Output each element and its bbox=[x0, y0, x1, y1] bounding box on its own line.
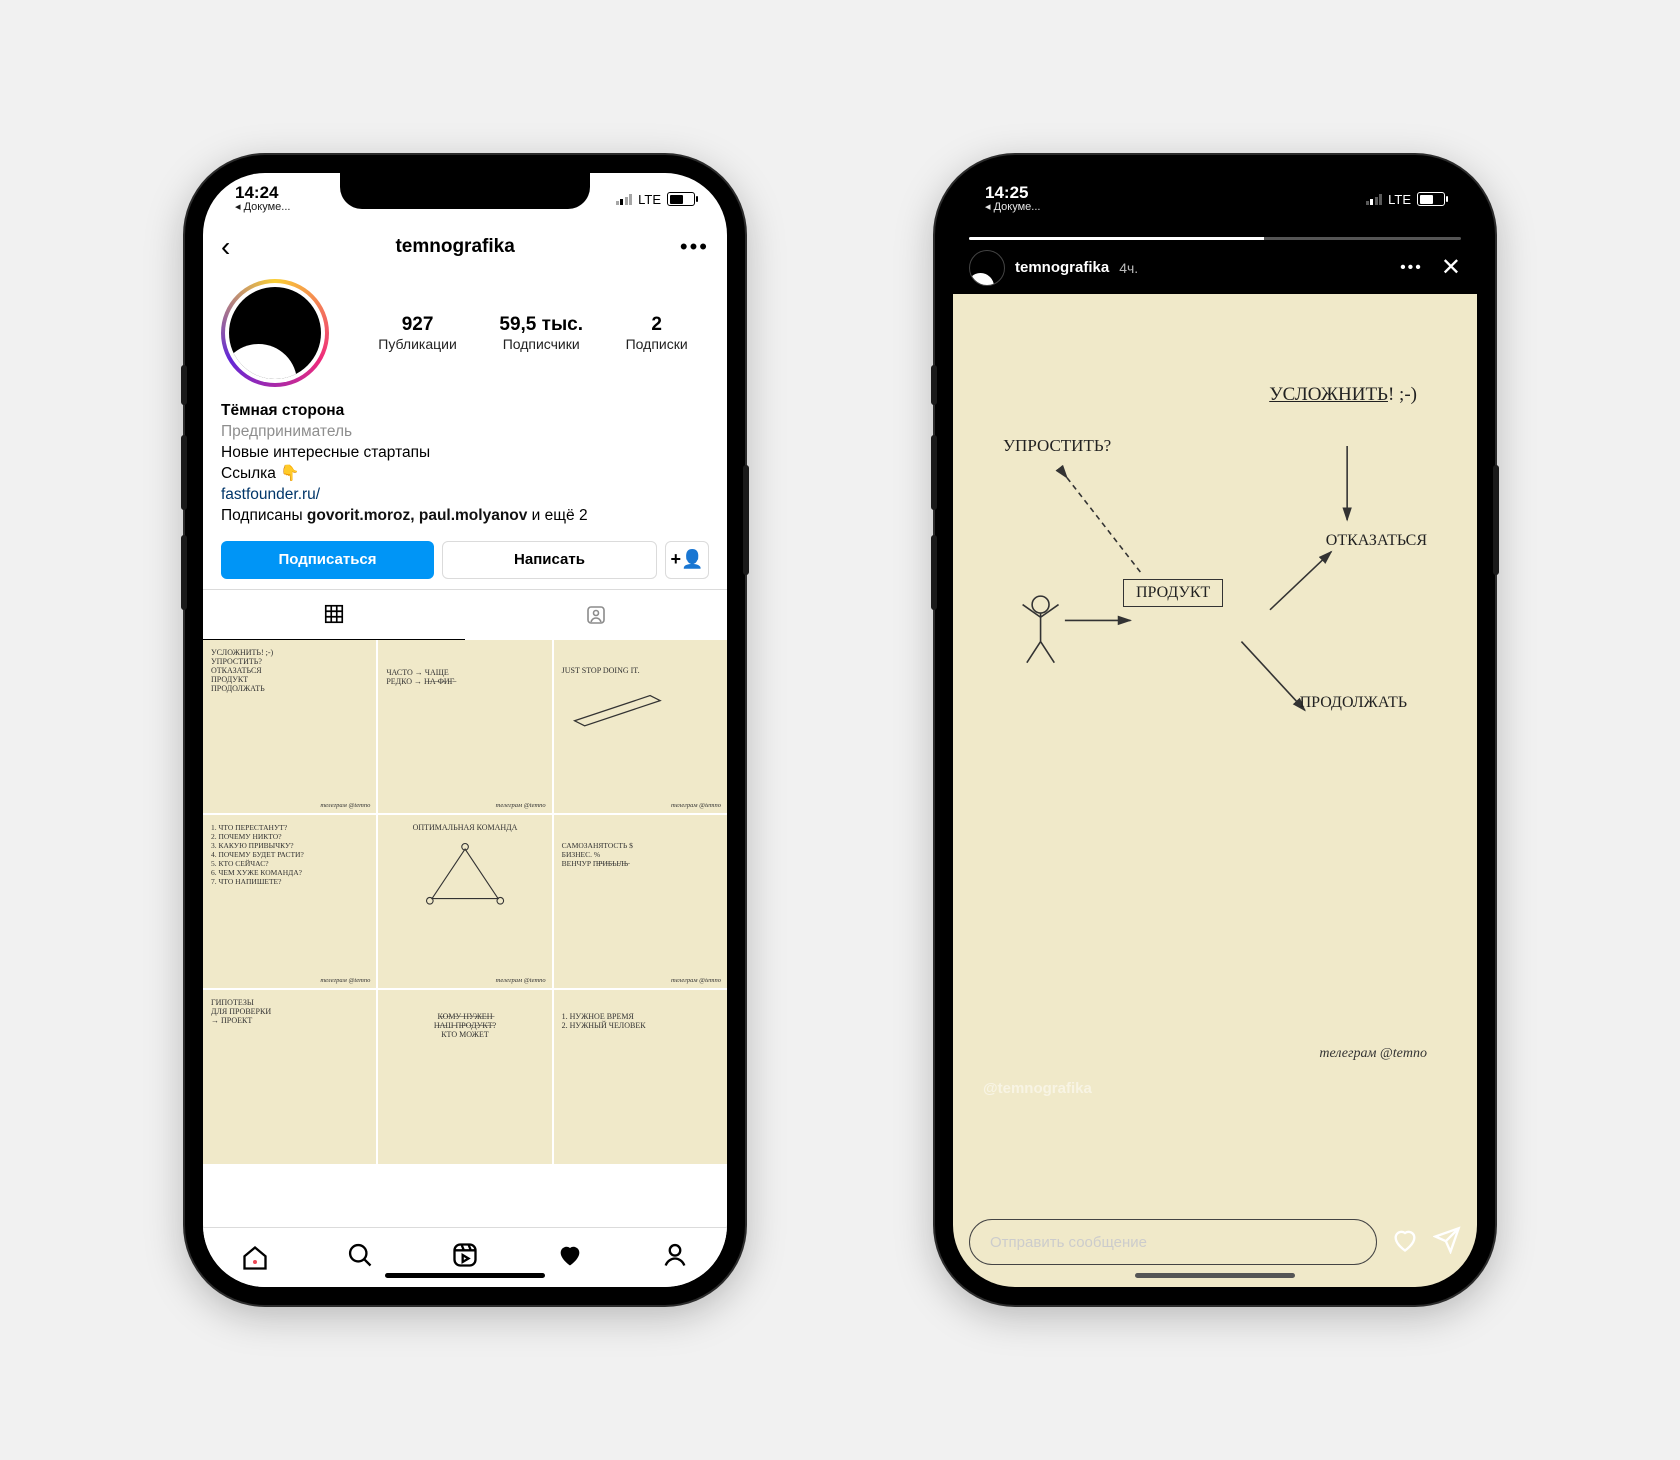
battery-icon bbox=[1417, 192, 1445, 206]
tab-reels[interactable] bbox=[451, 1241, 479, 1274]
close-icon[interactable]: ✕ bbox=[1441, 253, 1461, 282]
bio-followed-by[interactable]: Подписаны govorit.moroz, paul.molyanov и… bbox=[221, 506, 709, 527]
like-button[interactable] bbox=[1391, 1226, 1419, 1259]
signal-icon bbox=[1366, 193, 1383, 205]
status-back-app[interactable]: ◂ Докуме... bbox=[985, 202, 1040, 214]
tab-tagged[interactable] bbox=[465, 590, 727, 640]
tab-search[interactable] bbox=[346, 1241, 374, 1274]
bio-category: Предприниматель bbox=[221, 422, 709, 443]
bio-link[interactable]: fastfounder.ru/ bbox=[221, 485, 709, 506]
post-thumb[interactable]: 1. НУЖНОЕ ВРЕМЯ 2. НУЖНЫЙ ЧЕЛОВЕК bbox=[554, 990, 727, 1163]
tab-profile[interactable] bbox=[661, 1241, 689, 1274]
heart-icon bbox=[556, 1241, 584, 1269]
feed-grid: УСЛОЖНИТЬ! ;-) УПРОСТИТЬ? ОТКАЗАТЬСЯ ПРО… bbox=[203, 640, 727, 1164]
stat-followers[interactable]: 59,5 тыс. Подписчики bbox=[499, 314, 583, 352]
stat-following[interactable]: 2 Подписки bbox=[626, 314, 688, 352]
tab-activity[interactable] bbox=[556, 1241, 584, 1274]
back-icon[interactable]: ‹ bbox=[221, 231, 230, 263]
phone-right: 14:25 ◂ Докуме... LTE temnografika 4ч. •… bbox=[935, 155, 1495, 1305]
battery-icon bbox=[667, 192, 695, 206]
more-icon[interactable]: ••• bbox=[1400, 259, 1423, 277]
tab-grid[interactable] bbox=[203, 590, 465, 640]
tab-home[interactable] bbox=[241, 1244, 269, 1272]
post-thumb[interactable]: JUST STOP DOING IT.телеграм @temno bbox=[554, 640, 727, 813]
post-thumb[interactable]: ОПТИМАЛЬНАЯ КОМАНДАтелеграм @temno bbox=[378, 815, 551, 988]
status-time: 14:24 bbox=[235, 184, 290, 202]
story-mention[interactable]: @temnografika bbox=[983, 1080, 1092, 1097]
story-username[interactable]: temnografika bbox=[1015, 259, 1109, 276]
grid-icon bbox=[323, 603, 345, 625]
sketch-text: ОТКАЗАТЬСЯ bbox=[1326, 532, 1427, 550]
profile-nav: ‹ temnografika ••• bbox=[203, 225, 727, 273]
profile-bio: Тёмная сторона Предприниматель Новые инт… bbox=[203, 401, 727, 527]
post-thumb[interactable]: ЧАСТО → ЧАЩЕ РЕДКО → Н̶А̶ ̶Ф̶И̶Г̶телегра… bbox=[378, 640, 551, 813]
more-icon[interactable]: ••• bbox=[680, 234, 709, 260]
send-icon bbox=[1433, 1226, 1461, 1254]
story-content[interactable]: УСЛОЖНИТЬ! ;-) УПРОСТИТЬ? ПРОД bbox=[953, 294, 1477, 1288]
post-thumb[interactable]: САМОЗАНЯТОСТЬ $ БИЗНЕС. % ВЕНЧУР П̶Р̶И̶Б… bbox=[554, 815, 727, 988]
story-time: 4ч. bbox=[1119, 260, 1138, 276]
story-avatar[interactable] bbox=[969, 250, 1005, 286]
post-thumb[interactable]: ГИПОТЕЗЫ ДЛЯ ПРОВЕРКИ → ПРОЕКТ bbox=[203, 990, 376, 1163]
status-time: 14:25 bbox=[985, 184, 1040, 202]
post-thumb[interactable]: 1. ЧТО ПЕРЕСТАНУТ? 2. ПОЧЕМУ НИКТО? 3. К… bbox=[203, 815, 376, 988]
status-network: LTE bbox=[1388, 192, 1411, 207]
sketch-text: УСЛОЖНИТЬ bbox=[1269, 384, 1388, 405]
tab-bar bbox=[203, 1227, 727, 1287]
reply-input[interactable]: Отправить сообщение bbox=[969, 1219, 1377, 1265]
signal-icon bbox=[616, 193, 633, 205]
suggest-users-button[interactable]: +👤 bbox=[665, 541, 709, 579]
sketch-signature: телеграм @temno bbox=[1319, 1046, 1427, 1062]
post-thumb[interactable]: К̶О̶М̶У̶ ̶Н̶У̶Ж̶Е̶Н̶ Н̶А̶Ш̶ ̶П̶Р̶О̶Д̶У̶К… bbox=[378, 990, 551, 1163]
avatar[interactable] bbox=[221, 279, 329, 387]
follow-button[interactable]: Подписаться bbox=[221, 541, 434, 579]
bio-line: Ссылка 👇 bbox=[221, 464, 709, 485]
sketch-box: ПРОДУКТ bbox=[1123, 579, 1223, 607]
status-network: LTE bbox=[638, 192, 661, 207]
tagged-icon bbox=[584, 603, 608, 627]
stat-posts[interactable]: 927 Публикации bbox=[378, 314, 456, 352]
search-icon bbox=[346, 1241, 374, 1269]
heart-icon bbox=[1391, 1226, 1419, 1254]
home-icon bbox=[241, 1244, 269, 1272]
profile-username: temnografika bbox=[395, 236, 514, 258]
share-button[interactable] bbox=[1433, 1226, 1461, 1259]
profile-icon bbox=[661, 1241, 689, 1269]
add-person-icon: +👤 bbox=[671, 549, 704, 570]
message-button[interactable]: Написать bbox=[442, 541, 657, 579]
phone-left: 14:24 ◂ Докуме... LTE ‹ temnografika •••… bbox=[185, 155, 745, 1305]
post-thumb[interactable]: УСЛОЖНИТЬ! ;-) УПРОСТИТЬ? ОТКАЗАТЬСЯ ПРО… bbox=[203, 640, 376, 813]
bio-line: Новые интересные стартапы bbox=[221, 443, 709, 464]
story-progress[interactable] bbox=[969, 237, 1461, 240]
bio-title: Тёмная сторона bbox=[221, 401, 709, 422]
reels-icon bbox=[451, 1241, 479, 1269]
sketch-text: ПРОДОЛЖАТЬ bbox=[1300, 694, 1407, 712]
status-back-app[interactable]: ◂ Докуме... bbox=[235, 202, 290, 214]
